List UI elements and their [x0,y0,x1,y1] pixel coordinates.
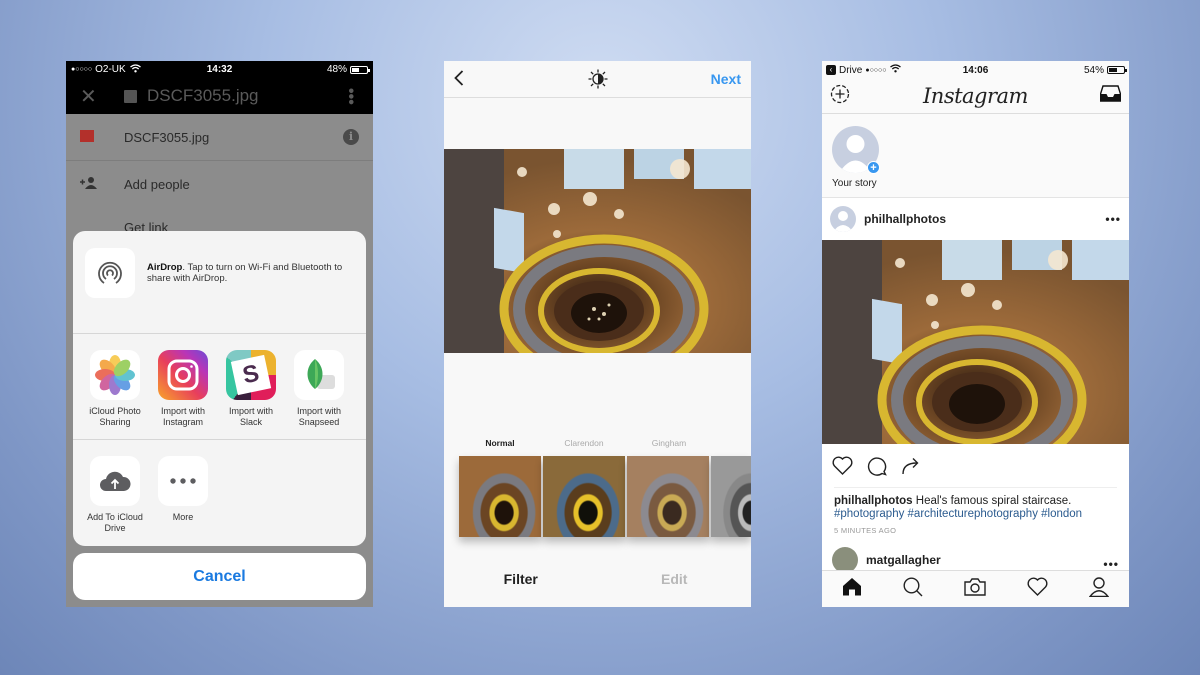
lux-brightness-icon[interactable] [588,69,608,94]
caption-text: Heal's famous spiral staircase. [912,495,1072,507]
clock: 14:32 [206,64,233,75]
filter-thumb-partial[interactable] [711,456,751,537]
status-bar: ●○○○○ O2-UK 14:32 48% [66,61,373,78]
add-people-label: Add people [124,177,190,192]
action-label: Add To iCloud Drive [87,512,143,533]
search-icon[interactable] [903,576,923,602]
app-label: iCloud Photo Sharing [89,406,141,427]
file-title: DSCF3055.jpg [147,86,259,105]
back-chevron-icon[interactable] [454,66,464,92]
action-label: More [172,512,194,522]
airdrop-title: AirDrop [147,262,183,273]
app-label: Import with Instagram [160,406,205,427]
more-vertical-icon[interactable]: ••• [341,88,359,105]
instagram-nav: Instagram [822,79,1129,114]
app-icloud-photo-sharing[interactable]: iCloud Photo Sharing [81,350,149,439]
editor-tabs: Filter Edit [444,571,751,607]
filter-thumb-normal[interactable] [459,456,541,537]
instagram-logo: Instagram [923,84,1028,108]
post-options-icon[interactable]: ••• [1105,212,1121,226]
filter-thumbnails [459,456,751,537]
next-post-header: matgallagher ••• [822,540,1129,573]
battery-icon [1107,66,1127,74]
camera-icon[interactable] [964,577,986,601]
stories-bar: Your story [822,114,1129,198]
post-photo[interactable] [822,240,1129,475]
action-more[interactable]: More [149,456,217,534]
cancel-button[interactable]: Cancel [73,553,366,600]
file-row[interactable]: DSCF3055.jpg i [66,114,373,161]
slack-icon: S [226,350,276,400]
app-import-instagram[interactable]: Import with Instagram [149,350,217,439]
phone-instagram-feed: ‹ Drive ●○○○○ 14:06 54% Instagram Your s… [822,61,1129,607]
post-options-icon[interactable]: ••• [1103,557,1119,571]
caption-hashtags[interactable]: #photography #architecturephotography #l… [834,508,1082,520]
image-icon [124,89,137,103]
filter-thumb-gingham[interactable] [627,456,709,537]
tab-edit[interactable]: Edit [598,571,752,607]
post-header: philhallphotos ••• [822,198,1129,240]
post-actions [822,449,1129,487]
app-label: Import with Slack [228,406,273,427]
share-arrow-icon[interactable] [901,457,920,480]
phone-instagram-filter: Next Normal Clarendon Gingham M Filter E… [444,61,751,607]
next-button[interactable]: Next [711,71,741,87]
post-timestamp: 5 MINUTES AGO [834,526,897,535]
editor-top-bar: Next [444,61,751,98]
like-heart-icon[interactable] [832,456,853,480]
apps-row: iCloud Photo Sharing Import with Instagr… [73,334,366,440]
tab-filter[interactable]: Filter [444,571,598,607]
actions-row: Add To iCloud Drive More [73,440,366,534]
post-username[interactable]: philhallphotos [864,212,946,226]
bottom-tab-bar [822,570,1129,607]
photo-preview [444,149,751,353]
filter-name-partial[interactable]: M [712,438,751,448]
activity-heart-icon[interactable] [1027,577,1048,601]
add-story-plus-icon[interactable]: + [867,161,880,174]
phone-drive-share: ●○○○○ O2-UK 14:32 48% ✕ DSCF3055.jpg •••… [66,61,373,607]
caption-username[interactable]: philhallphotos [834,495,913,507]
your-story-label: Your story [832,178,877,189]
post-username[interactable]: matgallagher [866,553,941,567]
user-avatar[interactable] [830,206,856,232]
image-icon [80,129,94,142]
filter-name-gingham[interactable]: Gingham [627,438,711,448]
home-icon[interactable] [842,577,862,601]
photos-icon [90,350,140,400]
battery-icon [350,65,370,74]
add-people-row[interactable]: Add people [66,161,373,208]
drive-header: ✕ DSCF3055.jpg ••• [66,78,373,114]
file-name: DSCF3055.jpg [124,129,210,145]
action-add-to-icloud-drive[interactable]: Add To iCloud Drive [81,456,149,534]
clock: 14:06 [962,64,989,76]
instagram-icon [158,350,208,400]
comment-icon[interactable] [867,456,887,481]
post-caption: philhallphotos Heal's famous spiral stai… [822,488,1129,521]
filter-name-clarendon[interactable]: Clarendon [542,438,626,448]
airdrop-section[interactable]: AirDrop. Tap to turn on Wi-Fi and Blueto… [73,231,366,334]
app-label: Import with Snapseed [296,406,341,427]
share-sheet: AirDrop. Tap to turn on Wi-Fi and Blueto… [73,231,366,546]
info-icon[interactable]: i [343,129,359,145]
filter-thumb-clarendon[interactable] [543,456,625,537]
status-bar: ‹ Drive ●○○○○ 14:06 54% [822,61,1129,79]
profile-icon[interactable] [1088,576,1110,602]
airdrop-text: AirDrop. Tap to turn on Wi-Fi and Blueto… [147,262,354,284]
airdrop-icon [85,248,135,298]
more-icon [158,456,208,506]
app-import-slack[interactable]: S Import with Slack [217,350,285,439]
close-icon[interactable]: ✕ [80,84,124,109]
snapseed-icon [294,350,344,400]
icloud-upload-icon [90,456,140,506]
app-import-snapseed[interactable]: Import with Snapseed [285,350,353,439]
filter-name-normal[interactable]: Normal [458,438,542,448]
add-person-icon [80,177,124,192]
